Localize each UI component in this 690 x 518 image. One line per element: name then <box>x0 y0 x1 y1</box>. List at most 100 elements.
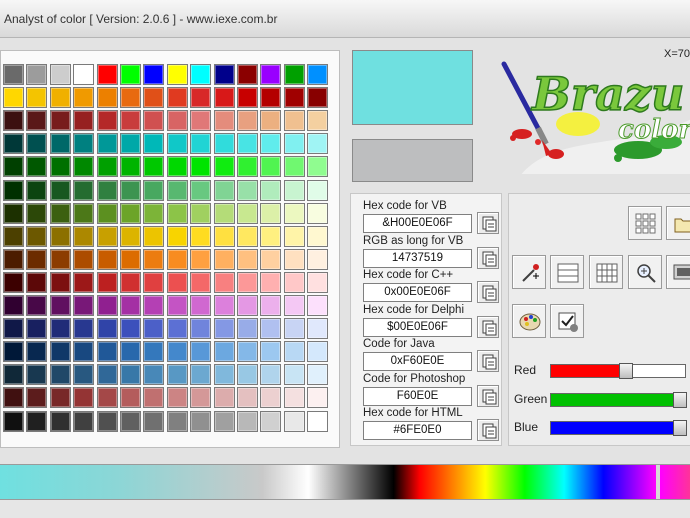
palette-swatch[interactable] <box>96 64 118 85</box>
palette-swatch[interactable] <box>120 179 141 201</box>
palette-swatch[interactable] <box>237 271 258 293</box>
palette-swatch[interactable] <box>237 387 258 409</box>
palette-swatch[interactable] <box>26 410 48 432</box>
palette-swatch[interactable] <box>307 87 329 109</box>
palette-swatch[interactable] <box>307 364 329 386</box>
palette-swatch[interactable] <box>190 271 212 293</box>
palette-swatch[interactable] <box>26 248 48 270</box>
palette-swatch[interactable] <box>283 133 305 155</box>
palette-swatch[interactable] <box>26 64 48 85</box>
palette-swatch[interactable] <box>213 202 235 224</box>
palette-swatch[interactable] <box>26 295 48 316</box>
spectrum-gradient-end[interactable] <box>660 465 690 499</box>
palette-swatch[interactable] <box>3 133 24 155</box>
palette-swatch[interactable] <box>96 248 118 270</box>
palette-swatch[interactable] <box>166 202 188 224</box>
palette-swatch[interactable] <box>213 387 235 409</box>
palette-swatch[interactable] <box>260 248 282 270</box>
eyedropper-button[interactable] <box>512 255 546 289</box>
palette-swatch[interactable] <box>26 318 48 340</box>
palette-swatch[interactable] <box>283 225 305 247</box>
palette-swatch[interactable] <box>49 364 71 386</box>
palette-swatch[interactable] <box>237 156 258 178</box>
copy-code-button[interactable] <box>477 315 499 338</box>
palette-swatch[interactable] <box>3 225 24 247</box>
palette-swatch[interactable] <box>96 133 118 155</box>
palette-swatch[interactable] <box>166 318 188 340</box>
palette-swatch[interactable] <box>307 179 329 201</box>
palette-swatch[interactable] <box>260 410 282 432</box>
palette-swatch[interactable] <box>26 341 48 363</box>
grid-view-button[interactable] <box>628 206 662 240</box>
palette-swatch[interactable] <box>237 248 258 270</box>
palette-swatch[interactable] <box>260 271 282 293</box>
palette-swatch[interactable] <box>96 110 118 132</box>
palette-swatch[interactable] <box>283 179 305 201</box>
palette-swatch[interactable] <box>283 387 305 409</box>
palette-swatch[interactable] <box>307 410 329 432</box>
paint-palette-button[interactable] <box>512 304 546 338</box>
palette-swatch[interactable] <box>120 64 141 85</box>
palette-swatch[interactable] <box>96 179 118 201</box>
palette-swatch[interactable] <box>3 410 24 432</box>
palette-swatch[interactable] <box>143 341 165 363</box>
palette-swatch[interactable] <box>143 179 165 201</box>
palette-swatch[interactable] <box>143 295 165 316</box>
palette-swatch[interactable] <box>73 179 95 201</box>
palette-swatch[interactable] <box>73 248 95 270</box>
palette-swatch[interactable] <box>49 271 71 293</box>
copy-code-button[interactable] <box>477 419 499 441</box>
palette-swatch[interactable] <box>143 410 165 432</box>
palette-swatch[interactable] <box>166 364 188 386</box>
palette-swatch[interactable] <box>73 410 95 432</box>
palette-swatch[interactable] <box>260 64 282 85</box>
palette-swatch[interactable] <box>237 225 258 247</box>
palette-swatch[interactable] <box>260 364 282 386</box>
palette-swatch[interactable] <box>190 179 212 201</box>
palette-swatch[interactable] <box>307 225 329 247</box>
palette-swatch[interactable] <box>3 295 24 316</box>
palette-swatch[interactable] <box>283 64 305 85</box>
palette-swatch[interactable] <box>26 87 48 109</box>
palette-swatch[interactable] <box>166 179 188 201</box>
palette-swatch[interactable] <box>73 271 95 293</box>
palette-swatch[interactable] <box>190 156 212 178</box>
palette-swatch[interactable] <box>3 364 24 386</box>
palette-swatch[interactable] <box>213 248 235 270</box>
palette-swatch[interactable] <box>73 341 95 363</box>
palette-swatch[interactable] <box>190 410 212 432</box>
palette-swatch[interactable] <box>96 225 118 247</box>
palette-swatch[interactable] <box>120 295 141 316</box>
palette-swatch[interactable] <box>49 248 71 270</box>
palette-swatch[interactable] <box>3 387 24 409</box>
palette-swatch[interactable] <box>237 110 258 132</box>
palette-swatch[interactable] <box>143 64 165 85</box>
palette-swatch[interactable] <box>143 271 165 293</box>
palette-swatch[interactable] <box>143 364 165 386</box>
palette-swatch[interactable] <box>166 295 188 316</box>
palette-swatch[interactable] <box>49 156 71 178</box>
small-grid-button[interactable] <box>589 255 623 289</box>
palette-swatch[interactable] <box>190 64 212 85</box>
palette-swatch[interactable] <box>190 87 212 109</box>
palette-swatch[interactable] <box>166 133 188 155</box>
palette-swatch[interactable] <box>260 387 282 409</box>
palette-swatch[interactable] <box>73 202 95 224</box>
palette-swatch[interactable] <box>237 318 258 340</box>
palette-swatch[interactable] <box>283 110 305 132</box>
color-slider-track[interactable] <box>550 420 687 436</box>
palette-swatch[interactable] <box>307 110 329 132</box>
palette-swatch[interactable] <box>237 179 258 201</box>
palette-swatch[interactable] <box>73 295 95 316</box>
color-spectrum-bar[interactable] <box>0 464 690 500</box>
palette-swatch[interactable] <box>260 318 282 340</box>
palette-swatch[interactable] <box>73 64 95 85</box>
palette-swatch[interactable] <box>237 64 258 85</box>
palette-swatch[interactable] <box>190 341 212 363</box>
palette-swatch[interactable] <box>190 387 212 409</box>
palette-swatch[interactable] <box>49 410 71 432</box>
palette-swatch[interactable] <box>190 133 212 155</box>
palette-swatch[interactable] <box>49 318 71 340</box>
palette-swatch[interactable] <box>3 110 24 132</box>
palette-swatch[interactable] <box>283 364 305 386</box>
